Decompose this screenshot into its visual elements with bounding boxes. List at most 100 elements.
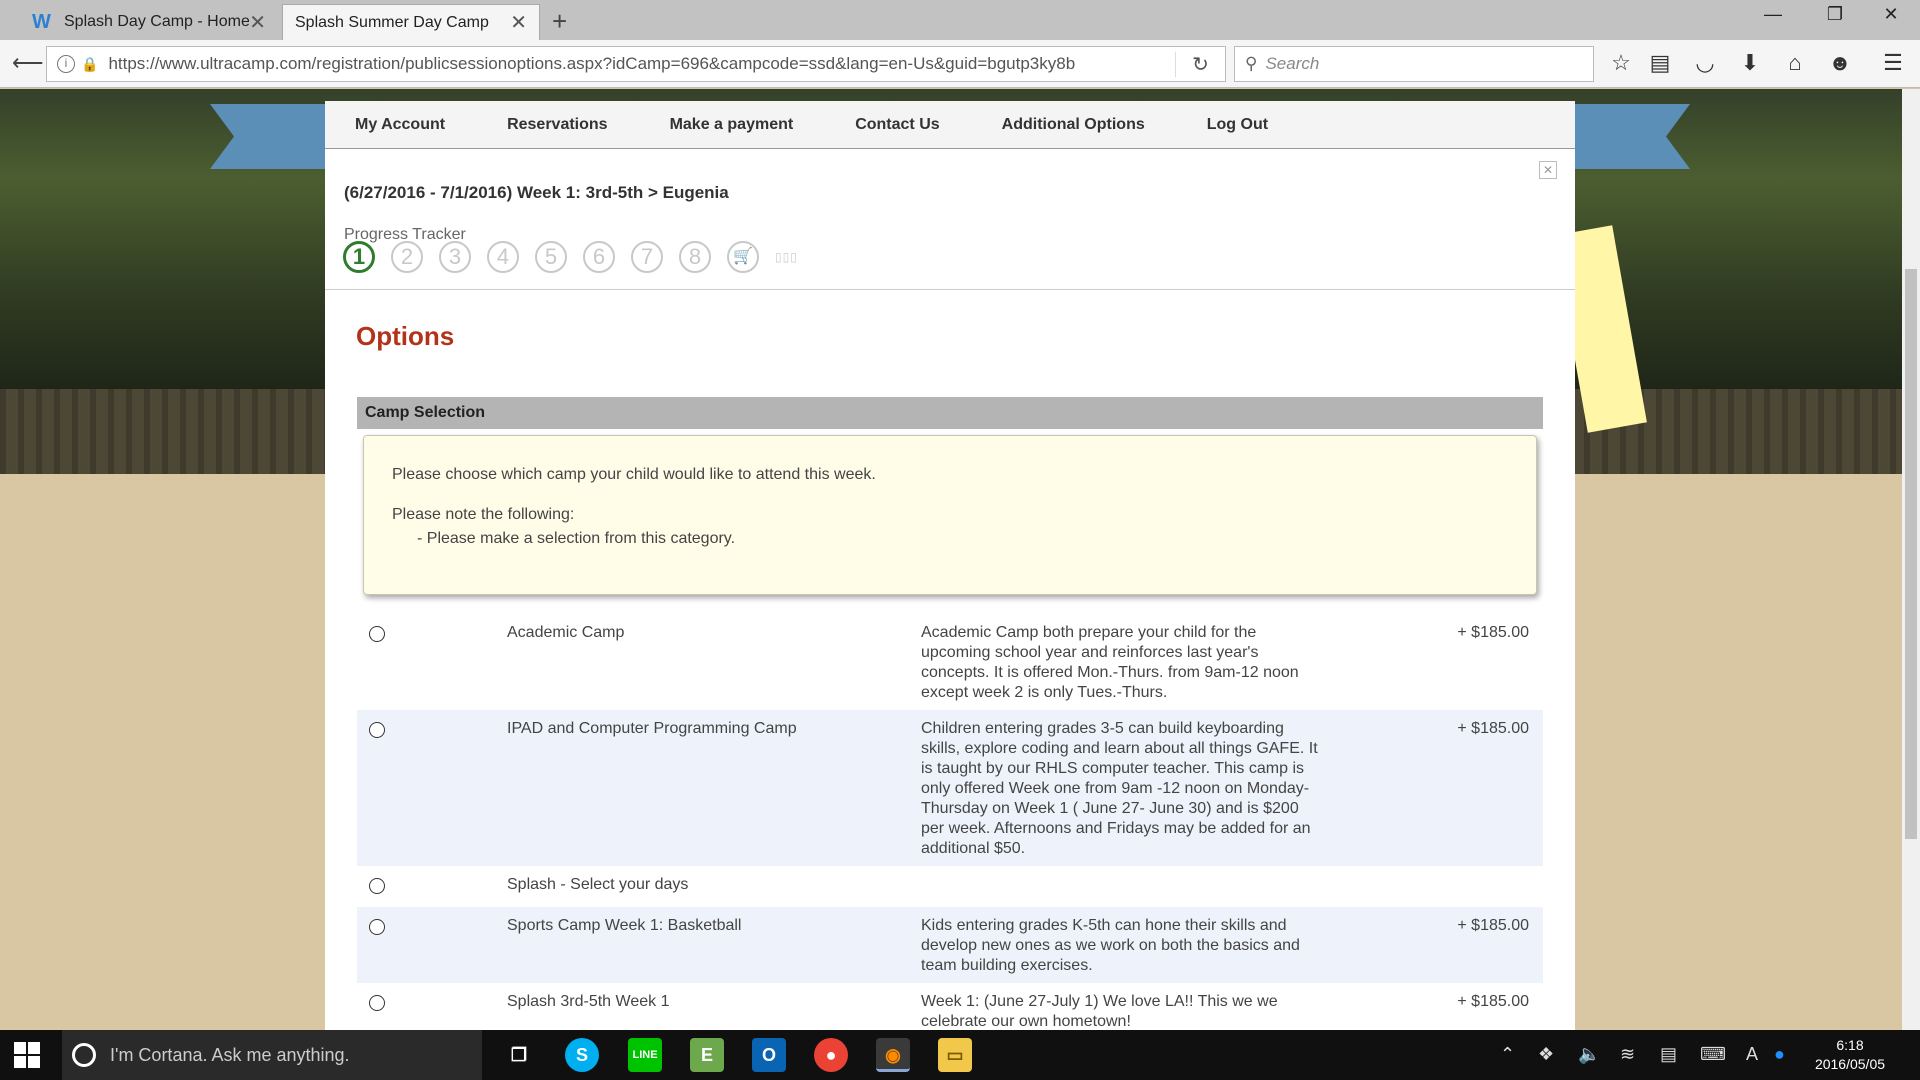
reload-icon[interactable]: ↻ (1175, 51, 1225, 77)
instructions-notice: Please choose which camp your child woul… (363, 435, 1537, 595)
option-row-splash-select-days[interactable]: Splash - Select your days (357, 866, 1543, 907)
page-scrollbar[interactable] (1902, 89, 1920, 1030)
notice-line: Please note the following: (392, 506, 575, 523)
keyboard-icon[interactable]: ⌨ (1700, 1044, 1726, 1065)
option-description: Week 1: (June 27-July 1) We love LA!! Th… (921, 993, 1278, 1030)
new-tab-button[interactable]: + (552, 6, 567, 37)
cortana-placeholder: I'm Cortana. Ask me anything. (110, 1044, 350, 1065)
system-clock[interactable]: 6:18 2016/05/05 (1800, 1036, 1900, 1074)
restore-button[interactable]: ❐ (1812, 4, 1858, 25)
tab-splash-summer-day-camp[interactable]: Splash Summer Day Camp ✕ (282, 4, 540, 40)
option-price: + $185.00 (1457, 720, 1529, 737)
firefox-icon[interactable]: ◉ (876, 1038, 910, 1072)
camp-selection-header: Camp Selection (357, 397, 1543, 429)
window-close-button[interactable]: ✕ (1868, 4, 1914, 25)
show-hidden-icons-chevron-icon[interactable]: ⌃ (1500, 1044, 1515, 1065)
notice-line: Please choose which camp your child woul… (392, 466, 876, 483)
option-description: Academic Camp both prepare your child fo… (921, 624, 1299, 701)
menu-make-a-payment[interactable]: Make a payment (670, 116, 794, 134)
option-name: Splash 3rd-5th Week 1 (507, 993, 670, 1010)
tracker-dots-decoration: ▯▯▯ (775, 250, 798, 264)
tracker-step-4: 4 (487, 241, 519, 273)
option-radio[interactable] (369, 919, 385, 935)
tracker-step-1: 1 (343, 241, 375, 273)
option-price: + $185.00 (1457, 624, 1529, 641)
close-icon[interactable]: ✕ (1539, 161, 1557, 179)
menu-log-out[interactable]: Log Out (1207, 116, 1268, 134)
outlook-icon[interactable]: O (752, 1038, 786, 1072)
notice-line: - Please make a selection from this cate… (417, 530, 736, 547)
option-radio[interactable] (369, 995, 385, 1011)
cortana-search-box[interactable]: I'm Cortana. Ask me anything. (62, 1030, 482, 1080)
onedrive-icon[interactable]: ● (1774, 1044, 1785, 1065)
option-radio[interactable] (369, 878, 385, 894)
tab-close-icon[interactable]: ✕ (510, 10, 527, 35)
info-icon[interactable]: i (57, 55, 75, 73)
menu-additional-options[interactable]: Additional Options (1002, 116, 1145, 134)
options-heading: Options (356, 321, 455, 351)
bookmark-star-icon[interactable]: ☆ (1606, 50, 1636, 76)
search-input[interactable]: ⚲ Search (1234, 46, 1594, 82)
option-row-academic-camp[interactable]: Academic Camp Academic Camp both prepare… (357, 614, 1543, 710)
tab-close-icon[interactable]: ✕ (249, 10, 266, 35)
option-radio[interactable] (369, 722, 385, 738)
task-view-icon[interactable]: ❐ (502, 1038, 536, 1072)
hamburger-menu-icon[interactable]: ☰ (1878, 50, 1908, 76)
scrollbar-thumb[interactable] (1905, 269, 1917, 839)
option-description: Kids entering grades K-5th can hone thei… (921, 917, 1300, 974)
tracker-step-5: 5 (535, 241, 567, 273)
clock-time: 6:18 (1836, 1037, 1864, 1053)
option-price: + $185.00 (1457, 917, 1529, 934)
menu-reservations[interactable]: Reservations (507, 116, 608, 134)
windows-start-icon[interactable] (14, 1042, 40, 1068)
back-arrow-icon[interactable]: ⟵ (12, 50, 44, 76)
option-radio[interactable] (369, 626, 385, 642)
option-row-ipad-programming-camp[interactable]: IPAD and Computer Programming Camp Child… (357, 710, 1543, 866)
file-explorer-icon[interactable]: ▭ (938, 1038, 972, 1072)
language-indicator[interactable]: A (1746, 1044, 1758, 1065)
url-bar[interactable]: i 🔒 https://www.ultracamp.com/registrati… (46, 46, 1226, 82)
search-icon: ⚲ (1245, 54, 1258, 73)
smiley-icon[interactable]: ☻ (1825, 50, 1855, 76)
browser-nav-bar: ⟵ i 🔒 https://www.ultracamp.com/registra… (0, 40, 1920, 88)
option-row-splash-3rd-5th-week-1[interactable]: Splash 3rd-5th Week 1 Week 1: (June 27-J… (357, 983, 1543, 1030)
w-favicon-icon: W (32, 10, 51, 33)
option-row-sports-camp-basketball[interactable]: Sports Camp Week 1: Basketball Kids ente… (357, 907, 1543, 983)
option-name: Academic Camp (507, 624, 625, 641)
download-arrow-icon[interactable]: ⬇ (1735, 50, 1765, 76)
tracker-step-6: 6 (583, 241, 615, 273)
cortana-icon (72, 1043, 96, 1067)
notifications-icon[interactable]: ▤ (1660, 1044, 1677, 1065)
pocket-icon[interactable]: ◡ (1690, 50, 1720, 76)
search-placeholder: Search (1265, 54, 1320, 73)
minimize-button[interactable]: — (1750, 4, 1796, 25)
menu-contact-us[interactable]: Contact Us (855, 116, 939, 134)
option-name: Splash - Select your days (507, 876, 689, 893)
clock-date: 2016/05/05 (1814, 1056, 1886, 1072)
session-title: (6/27/2016 - 7/1/2016) Week 1: 3rd-5th >… (344, 183, 729, 202)
home-icon[interactable]: ⌂ (1780, 50, 1810, 76)
menu-my-account[interactable]: My Account (355, 116, 445, 134)
line-app-icon[interactable]: LINE (628, 1038, 662, 1072)
chrome-icon[interactable]: ● (814, 1038, 848, 1072)
url-text[interactable]: https://www.ultracamp.com/registration/p… (108, 54, 1175, 74)
windows-taskbar: I'm Cortana. Ask me anything. ❐ S LINE E… (0, 1030, 1920, 1080)
cart-icon: 🛒 (727, 241, 759, 273)
tracker-step-8: 8 (679, 241, 711, 273)
tab-title: Splash Summer Day Camp (295, 13, 489, 31)
wifi-icon[interactable]: ≋ (1620, 1044, 1635, 1065)
option-description (921, 875, 1326, 900)
tab-title: Splash Day Camp - Home (64, 13, 250, 30)
option-price (1326, 875, 1543, 900)
dropbox-icon[interactable]: ❖ (1538, 1044, 1554, 1065)
camp-options-table: Academic Camp Academic Camp both prepare… (357, 614, 1543, 1030)
evernote-icon[interactable]: E (690, 1038, 724, 1072)
divider (325, 289, 1575, 290)
reading-list-icon[interactable]: ▤ (1645, 50, 1675, 76)
volume-icon[interactable]: 🔈 (1578, 1044, 1600, 1065)
option-price: + $185.00 (1457, 993, 1529, 1010)
progress-tracker: 1 2 3 4 5 6 7 8 🛒 ▯▯▯ (343, 241, 798, 273)
tracker-step-2: 2 (391, 241, 423, 273)
tab-splash-day-camp-home[interactable]: W Splash Day Camp - Home ✕ (20, 4, 278, 40)
skype-icon[interactable]: S (565, 1038, 599, 1072)
